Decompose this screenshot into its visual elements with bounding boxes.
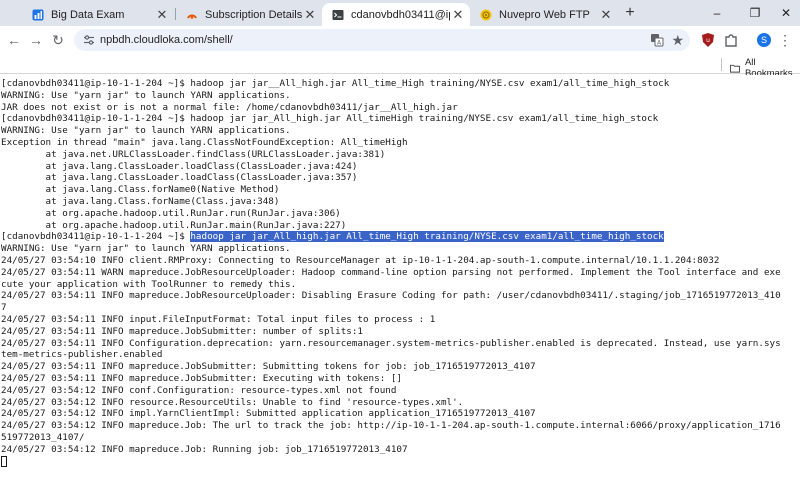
terminal-cursor [1,455,7,467]
extensions-puzzle-icon[interactable] [723,31,739,49]
terminal-line: 24/05/27 03:54:12 INFO conf.Configuratio… [1,384,397,396]
terminal-selected-line: [cdanovbdh03411@ip-10-1-1-204 ~]$ hadoop… [1,231,800,243]
terminal-line: 24/05/27 03:54:11 INFO Configuration.dep… [1,337,781,349]
profile-avatar[interactable]: S [757,33,771,47]
new-tab-button[interactable]: + [621,4,639,22]
svg-text:u: u [706,37,710,44]
tab-web-ftp[interactable]: Nuvepro Web FTP ✕ [470,3,618,26]
terminal-output[interactable]: [cdanovbdh03411@ip-10-1-1-204 ~]$ hadoop… [0,75,800,500]
tab-title: Nuvepro Web FTP [499,8,590,21]
browser-toolbar: ← → ↻ npbdh.cloudloka.com/shell/ A ★ u S… [0,26,800,54]
tab-terminal[interactable]: cdanovbdh03411@ip-10-1-1-2 ✕ [322,3,470,26]
terminal-line: WARNING: Use "yarn jar" to launch YARN a… [1,243,291,255]
terminal-line: at java.net.URLClassLoader.findClass(URL… [1,148,386,160]
translate-icon[interactable]: A [650,33,664,47]
selected-command-text[interactable]: hadoop jar jar_All_high.jar All_time_Hig… [190,231,664,243]
terminal-line: 24/05/27 03:54:11 WARN mapreduce.JobReso… [1,266,781,278]
terminal-line: cute your application with ToolRunner to… [1,278,297,290]
terminal-line: Exception in thread "main" java.lang.Cla… [1,136,408,148]
terminal-line: 24/05/27 03:54:12 INFO resource.Resource… [1,396,464,408]
terminal-line: at java.lang.Class.forName0(Native Metho… [1,184,280,196]
url-text[interactable]: npbdh.cloudloka.com/shell/ [100,33,233,47]
tab-subscription-details[interactable]: Subscription Details | Nuvepro ✕ [176,3,322,26]
terminal-line: at java.lang.Class.forName(Class.java:34… [1,195,280,207]
ftp-icon [480,9,492,20]
nuvepro-icon [187,14,197,19]
terminal-line: 24/05/27 03:54:12 INFO mapreduce.Job: Ru… [1,443,408,455]
more-menu-icon[interactable]: ⋮ [778,31,792,49]
close-tab-icon[interactable]: ✕ [450,7,466,23]
terminal-line: 24/05/27 03:54:12 INFO mapreduce.Job: Th… [1,420,781,432]
terminal-line: at java.lang.ClassLoader.loadClass(Class… [1,160,358,172]
reload-icon[interactable]: ↻ [48,30,68,50]
bookmark-star-icon[interactable]: ★ [671,31,684,49]
exam-icon [32,9,44,20]
terminal-line: 7 [1,302,7,314]
address-bar[interactable]: npbdh.cloudloka.com/shell/ A ★ [74,29,690,51]
terminal-line: WARNING: Use "yarn jar" to launch YARN a… [1,89,291,101]
ublock-shield-icon[interactable]: u [700,31,716,49]
site-settings-icon[interactable] [82,33,96,47]
terminal-line: at org.apache.hadoop.util.RunJar.main(Ru… [1,219,347,231]
terminal-line: [cdanovbdh03411@ip-10-1-1-204 ~]$ hadoop… [1,78,670,89]
close-tab-icon[interactable]: ✕ [598,7,614,23]
terminal-input-line[interactable] [1,455,800,469]
terminal-line: 24/05/27 03:54:12 INFO impl.YarnClientIm… [1,408,536,420]
tab-title: Subscription Details | Nuvepro [205,8,302,21]
close-window-button[interactable]: ✕ [776,4,796,22]
tab-title: Big Data Exam [51,8,125,21]
terminal-line: WARNING: Use "yarn jar" to launch YARN a… [1,125,291,137]
terminal-line: 24/05/27 03:54:11 INFO mapreduce.JobSubm… [1,372,402,384]
terminal-line: 24/05/27 03:54:11 INFO mapreduce.JobSubm… [1,325,363,337]
tab-strip: Big Data Exam ✕ Subscription Details | N… [0,0,800,26]
terminal-line: 24/05/27 03:54:10 INFO client.RMProxy: C… [1,254,720,266]
terminal-icon [332,9,344,20]
bookmarks-divider [721,58,722,71]
close-tab-icon[interactable]: ✕ [302,7,318,23]
terminal-line: 24/05/27 03:54:11 INFO mapreduce.JobSubm… [1,361,536,373]
terminal-line: tem-metrics-publisher.enabled [1,349,163,361]
back-arrow-icon[interactable]: ← [4,30,24,50]
terminal-line: [cdanovbdh03411@ip-10-1-1-204 ~]$ hadoop… [1,113,659,125]
terminal-line: at org.apache.hadoop.util.RunJar.run(Run… [1,207,341,219]
terminal-prompt: [cdanovbdh03411@ip-10-1-1-204 ~]$ [1,231,191,243]
maximize-button[interactable]: ❐ [745,4,765,22]
forward-arrow-icon[interactable]: → [26,30,46,50]
tab-big-data-exam[interactable]: Big Data Exam ✕ [22,3,174,26]
close-tab-icon[interactable]: ✕ [154,7,170,23]
terminal-line: 24/05/27 03:54:11 INFO mapreduce.JobReso… [1,290,781,302]
terminal-line: 24/05/27 03:54:11 INFO input.FileInputFo… [1,313,436,325]
tab-title: cdanovbdh03411@ip-10-1-1-2 [351,8,450,21]
folder-icon [730,64,740,73]
minimize-button[interactable]: – [707,4,727,22]
terminal-line: at java.lang.ClassLoader.loadClass(Class… [1,172,358,184]
terminal-line: 519772013_4107/ [1,431,85,443]
bookmarks-bar: All Bookmarks [0,54,800,79]
terminal-line: JAR does not exist or is not a normal fi… [1,101,458,113]
